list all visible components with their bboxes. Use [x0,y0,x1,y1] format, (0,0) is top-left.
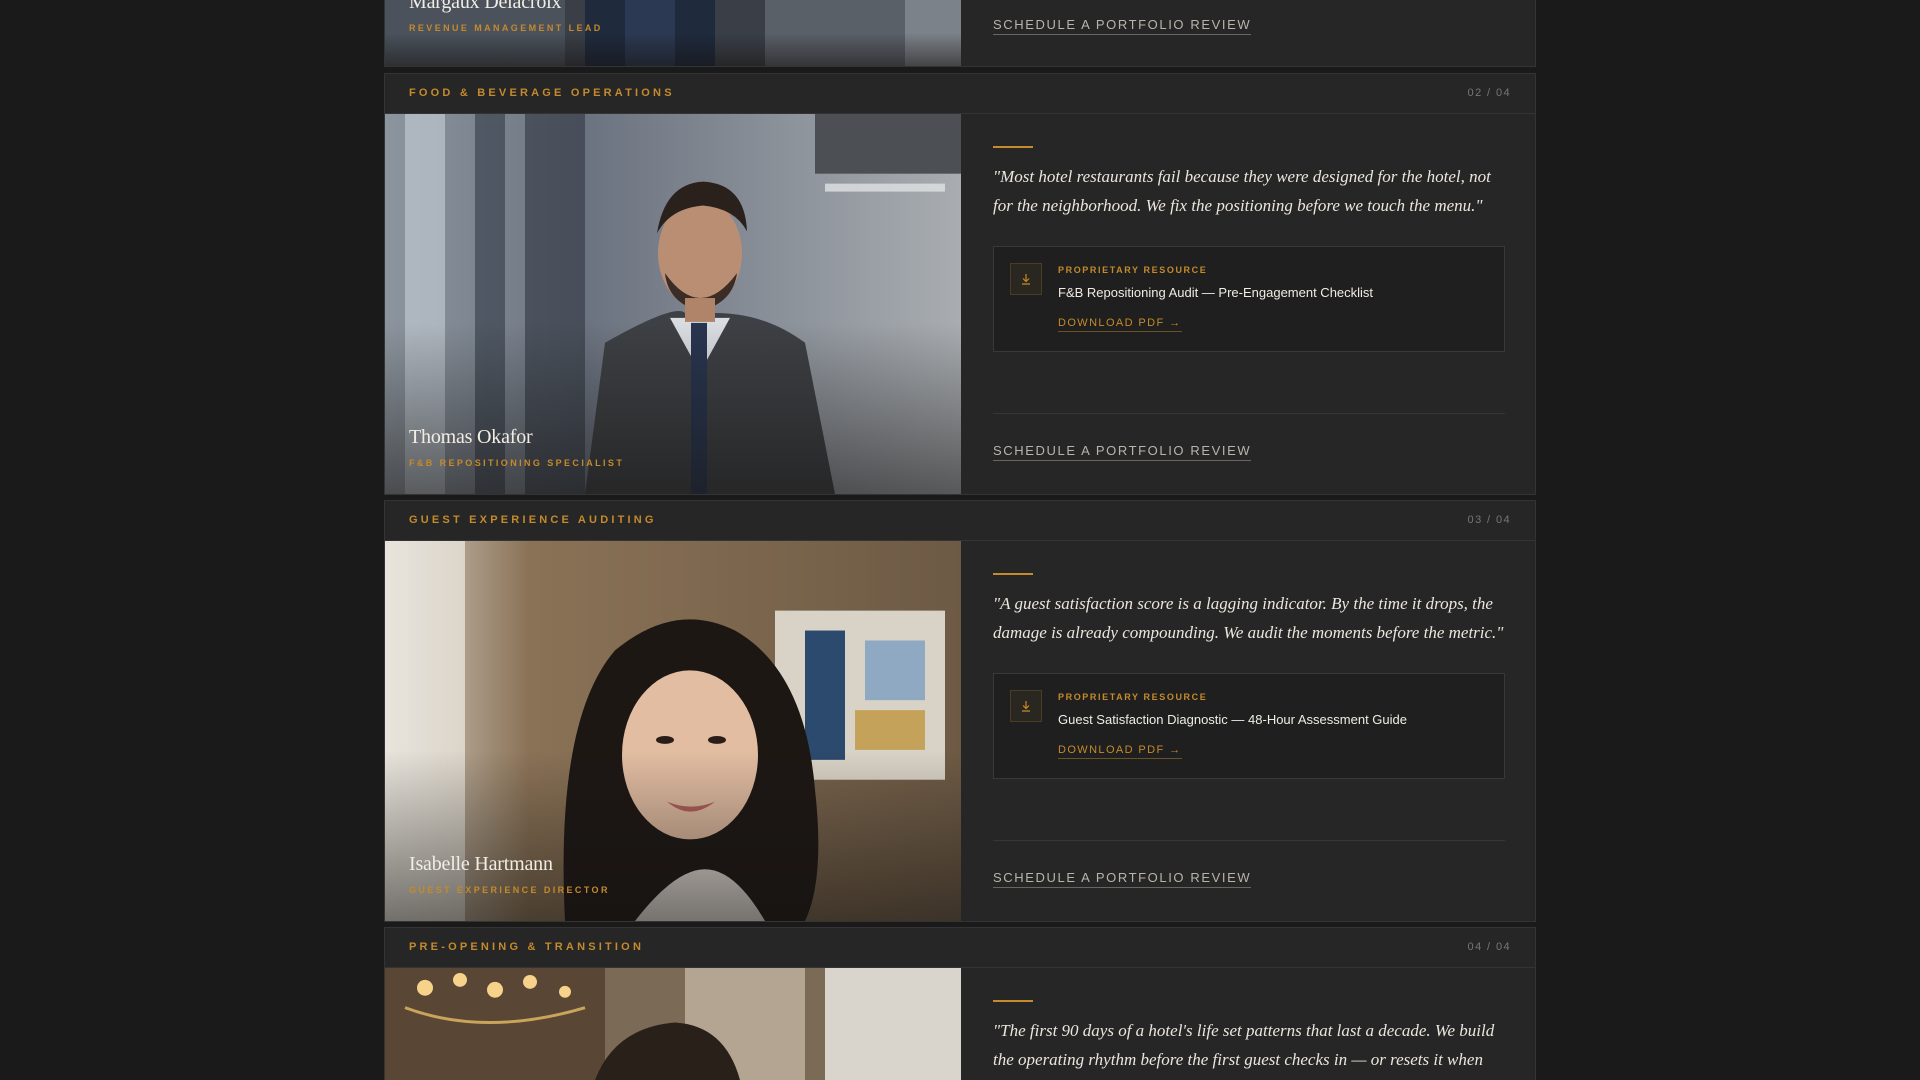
portrait-photo: Isabelle Hartmann GUEST EXPERIENCE DIREC… [385,541,961,921]
card-revenue-management: Margaux Delacroix REVENUE MANAGEMENT LEA… [384,0,1536,67]
card-content: "A guest satisfaction score is a lagging… [961,541,1537,921]
person-name: Thomas Okafor [409,426,533,448]
gold-rule [993,1000,1033,1002]
quote: "Most hotel restaurants fail because the… [993,167,1491,215]
portrait-photo [385,968,961,1080]
person-role: REVENUE MANAGEMENT LEAD [409,23,603,33]
person-role: F&B REPOSITIONING SPECIALIST [409,458,625,468]
quote: "The first 90 days of a hotel's life set… [993,1021,1495,1069]
section-title: FOOD & BEVERAGE OPERATIONS [409,87,675,99]
section-title: PRE-OPENING & TRANSITION [409,941,645,953]
section-header-fb: FOOD & BEVERAGE OPERATIONS 02 / 04 [384,73,1536,114]
schedule-review-link[interactable]: SCHEDULE A PORTFOLIO REVIEW [993,17,1252,35]
section-counter: 04 / 04 [1467,941,1511,953]
resource-title: Guest Satisfaction Diagnostic — 48-Hour … [1058,712,1407,727]
download-icon[interactable] [1010,263,1042,295]
section-counter: 03 / 04 [1467,514,1511,526]
download-pdf-link[interactable]: DOWNLOAD PDF → [1058,744,1182,759]
section-title: GUEST EXPERIENCE AUDITING [409,514,657,526]
section-counter: 02 / 04 [1467,87,1511,99]
person-name: Margaux Delacroix [409,0,562,13]
schedule-review-link[interactable]: SCHEDULE A PORTFOLIO REVIEW [993,870,1252,888]
resource-title: F&B Repositioning Audit — Pre-Engagement… [1058,285,1374,300]
divider [993,840,1505,841]
divider [993,413,1505,414]
download-icon[interactable] [1010,690,1042,722]
gold-rule [993,573,1033,575]
card-pre-opening: "The first 90 days of a hotel's life set… [384,967,1536,1080]
portrait-photo: Margaux Delacroix REVENUE MANAGEMENT LEA… [385,0,961,66]
card-content: "Most hotel restaurants fail because the… [961,114,1537,494]
section-header-guest-experience: GUEST EXPERIENCE AUDITING 03 / 04 [384,500,1536,541]
section-header-pre-opening: PRE-OPENING & TRANSITION 04 / 04 [384,927,1536,968]
resource-box: PROPRIETARY RESOURCE Guest Satisfaction … [993,673,1505,779]
quote: "A guest satisfaction score is a lagging… [993,594,1504,642]
person-role: GUEST EXPERIENCE DIRECTOR [409,885,610,895]
card-fb-operations: Thomas Okafor F&B REPOSITIONING SPECIALI… [384,113,1536,495]
portrait-photo: Thomas Okafor F&B REPOSITIONING SPECIALI… [385,114,961,494]
resource-kicker: PROPRIETARY RESOURCE [1058,692,1208,702]
resource-box: PROPRIETARY RESOURCE F&B Repositioning A… [993,246,1505,352]
card-content: "The first 90 days of a hotel's life set… [961,968,1537,1080]
card-guest-experience: Isabelle Hartmann GUEST EXPERIENCE DIREC… [384,540,1536,922]
download-pdf-link[interactable]: DOWNLOAD PDF → [1058,317,1182,332]
resource-kicker: PROPRIETARY RESOURCE [1058,265,1208,275]
schedule-review-link[interactable]: SCHEDULE A PORTFOLIO REVIEW [993,443,1252,461]
gold-rule [993,146,1033,148]
person-name: Isabelle Hartmann [409,853,553,875]
card-content: SCHEDULE A PORTFOLIO REVIEW [961,0,1537,66]
